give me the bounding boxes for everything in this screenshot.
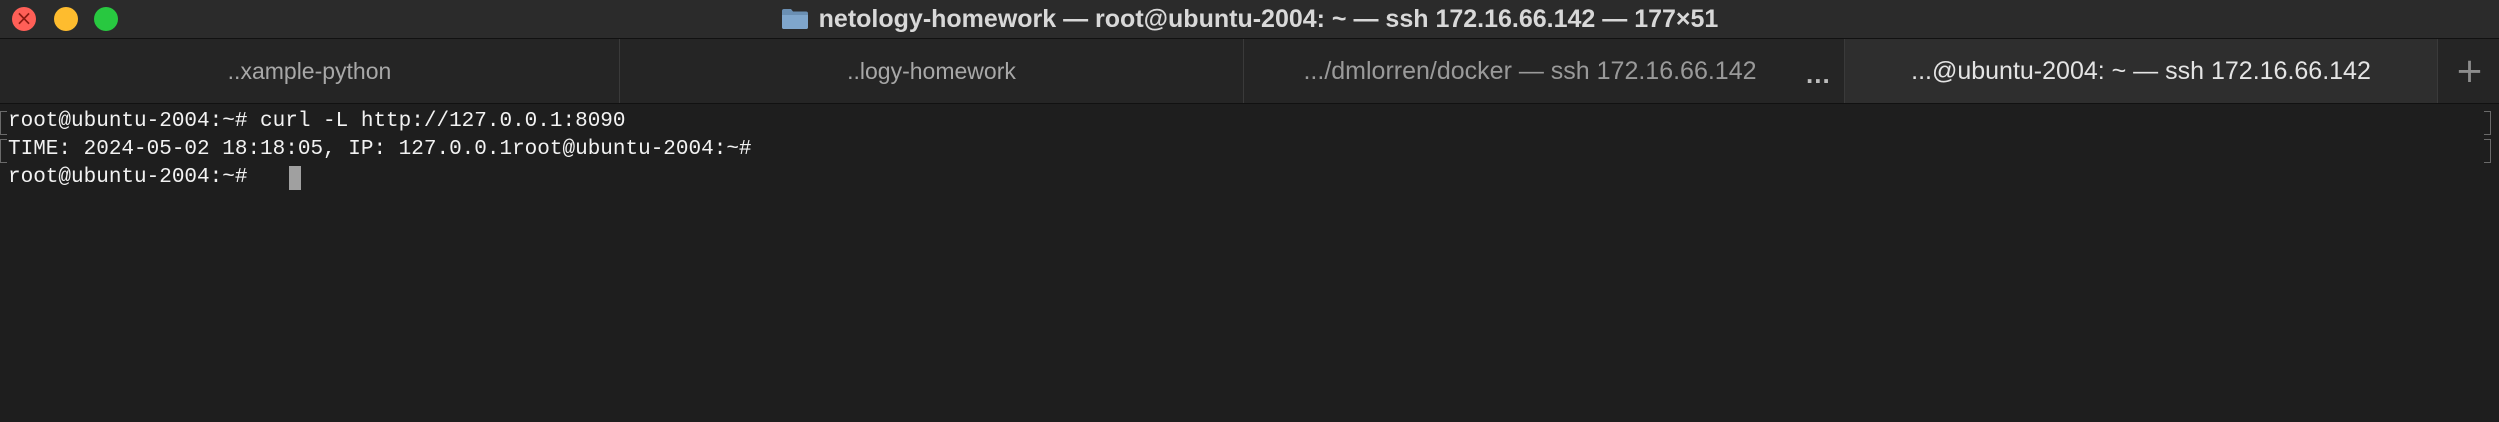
line-marker	[2484, 139, 2491, 163]
terminal-output[interactable]: root@ubuntu-2004:~# curl -L http://127.0…	[0, 104, 2499, 422]
window-title-container: netology-homework — root@ubuntu-2004: ~ …	[0, 0, 2499, 38]
tab-label: ...@ubuntu-2004: ~ — ssh 172.16.66.142	[1911, 56, 2371, 85]
folder-icon	[781, 8, 809, 30]
tab-example-python[interactable]: ..xample-python	[0, 39, 620, 103]
tab-docker-ssh[interactable]: .../dmlorren/docker — ssh 172.16.66.142	[1244, 39, 1844, 103]
title-bar[interactable]: netology-homework — root@ubuntu-2004: ~ …	[0, 0, 2499, 38]
window-title: netology-homework — root@ubuntu-2004: ~ …	[818, 4, 1719, 33]
tab-bar: ..xample-python ..logy-homework .../dmlo…	[0, 38, 2499, 104]
line-marker	[2484, 111, 2491, 135]
tab-label: ..logy-homework	[847, 57, 1016, 84]
tab-ubuntu-ssh-active[interactable]: ...@ubuntu-2004: ~ — ssh 172.16.66.142	[1844, 39, 2438, 103]
tab-overflow-button[interactable]: ...	[1806, 59, 1831, 90]
tab-label: .../dmlorren/docker — ssh 172.16.66.142	[1303, 56, 1757, 85]
line-marker	[0, 111, 7, 135]
terminal-prompt-line: root@ubuntu-2004:~#	[8, 166, 261, 189]
terminal-window: netology-homework — root@ubuntu-2004: ~ …	[0, 0, 2499, 422]
new-tab-button[interactable]: +	[2440, 39, 2499, 103]
tab-label: ..xample-python	[227, 57, 392, 84]
terminal-line: root@ubuntu-2004:~# curl -L http://127.0…	[8, 110, 626, 133]
terminal-line: TIME: 2024-05-02 18:18:05, IP: 127.0.0.1…	[8, 138, 752, 161]
tab-netology-homework[interactable]: ..logy-homework	[620, 39, 1244, 103]
line-marker	[0, 139, 7, 163]
terminal-cursor	[289, 166, 301, 190]
